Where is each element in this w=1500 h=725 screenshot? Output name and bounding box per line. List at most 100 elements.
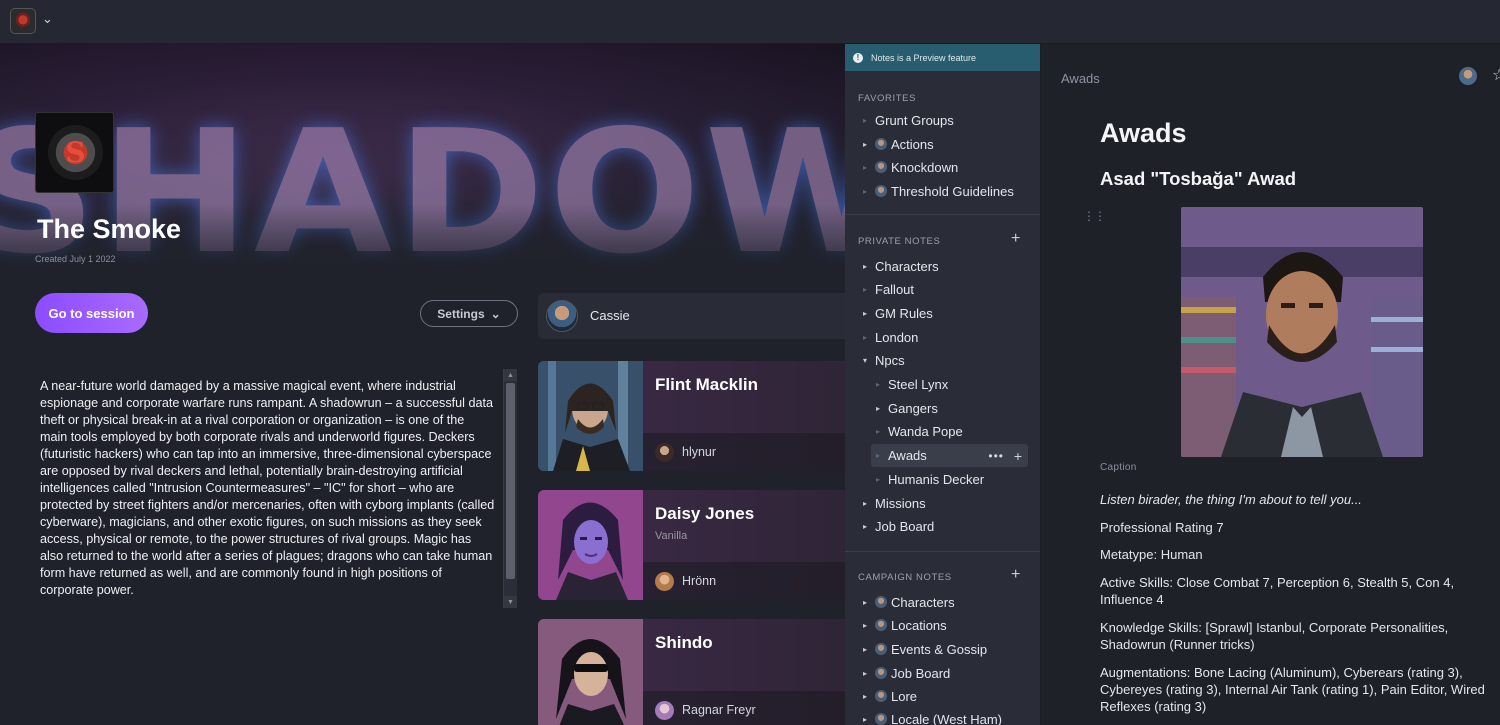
character-image[interactable] xyxy=(1181,207,1423,457)
campaign-note-item[interactable]: ▸ Lore xyxy=(863,686,917,706)
character-name: Daisy Jones xyxy=(655,504,755,523)
private-note-item[interactable]: ▸ Missions xyxy=(863,493,926,513)
favorite-note-item[interactable]: ▸ Knockdown xyxy=(863,157,958,177)
star-icon[interactable]: ☆ xyxy=(1492,65,1500,85)
caret-right-icon: ▸ xyxy=(876,451,881,460)
settings-label: Settings xyxy=(437,306,485,321)
campaign-description[interactable]: A near-future world damaged by a massive… xyxy=(35,368,518,609)
caret-right-icon: ▸ xyxy=(863,162,868,172)
favorite-note-item[interactable]: ▸ Grunt Groups xyxy=(863,110,954,130)
scrollbar-thumb[interactable] xyxy=(506,383,515,579)
drag-handle-icon[interactable]: ⋮⋮ xyxy=(1083,209,1106,223)
divider xyxy=(845,214,1040,215)
avatar xyxy=(655,572,674,591)
campaign-logo-button[interactable] xyxy=(10,8,36,34)
avatar-icon xyxy=(875,138,887,150)
avatar xyxy=(546,300,578,332)
favorite-note-item[interactable]: ▸ Actions xyxy=(863,134,934,154)
private-note-item[interactable]: ▸ London xyxy=(863,327,918,347)
campaign-note-item[interactable]: ▸ Job Board xyxy=(863,663,950,683)
private-note-item[interactable]: ▸ Humanis Decker xyxy=(876,469,984,489)
private-note-item[interactable]: ▸ Fallout xyxy=(863,279,914,299)
campaign-panel: SHADOW S The Smoke Created July 1 2022 G… xyxy=(0,44,845,725)
scroll-up-icon[interactable]: ▲ xyxy=(504,369,517,381)
caret-right-icon[interactable]: ▸ xyxy=(863,499,875,508)
caret-right-icon[interactable]: ▸ xyxy=(863,645,875,654)
caret-right-icon[interactable]: ▸ xyxy=(863,309,875,318)
avatar[interactable] xyxy=(1459,67,1477,85)
private-note-item[interactable]: ▸ GM Rules xyxy=(863,303,933,323)
note-active-skills[interactable]: Active Skills: Close Combat 7, Perceptio… xyxy=(1100,574,1500,608)
description-scrollbar[interactable]: ▲ ▼ xyxy=(503,369,517,608)
private-note-item[interactable]: ▸ Wanda Pope xyxy=(876,421,963,441)
campaign-note-item[interactable]: ▸ Locale (West Ham) xyxy=(863,709,1002,725)
private-note-item[interactable]: ▸ Job Board xyxy=(863,516,934,536)
add-private-note-icon[interactable]: + xyxy=(1011,230,1020,248)
character-subtitle: Vanilla xyxy=(655,530,688,542)
private-note-item[interactable]: ▾ Npcs xyxy=(863,350,905,370)
note-knowledge-skills[interactable]: Knowledge Skills: [Sprawl] Istanbul, Cor… xyxy=(1100,619,1500,653)
private-note-item[interactable]: ▸ Steel Lynx xyxy=(876,374,948,394)
caret-right-icon[interactable]: ▸ xyxy=(863,262,875,271)
avatar-icon xyxy=(875,690,887,702)
private-note-item[interactable]: ▸ Characters xyxy=(863,256,939,276)
character-portrait xyxy=(538,361,643,471)
image-caption[interactable]: Caption xyxy=(1100,462,1137,473)
note-viewer: Awads ☆ Awads Asad "Tosbağa" Awad ⋮⋮ Cap… xyxy=(1041,44,1500,725)
caret-right-icon[interactable]: ▸ xyxy=(876,404,888,413)
caret-right-icon[interactable]: ▸ xyxy=(863,522,875,531)
note-subheading[interactable]: Asad "Tosbağa" Awad xyxy=(1100,168,1296,190)
private-note-item[interactable]: ▸ Gangers xyxy=(876,398,938,418)
character-card[interactable]: Flint Macklin hlynur xyxy=(538,361,845,471)
private-notes-title: PRIVATE NOTES xyxy=(858,236,941,247)
avatar-icon xyxy=(875,713,887,725)
preview-banner-text: Notes is a Preview feature xyxy=(871,52,977,63)
campaign-cover-image: S xyxy=(35,112,114,193)
avatar-icon xyxy=(875,643,887,655)
avatar xyxy=(655,443,674,462)
add-subnote-icon[interactable]: + xyxy=(1014,448,1022,464)
owner-name: Hrönn xyxy=(682,574,717,588)
campaign-note-item[interactable]: ▸ Characters xyxy=(863,592,955,612)
avatar-icon xyxy=(875,185,887,197)
character-portrait xyxy=(538,619,643,725)
owner-name: Ragnar Freyr xyxy=(682,703,756,717)
campaign-note-item[interactable]: ▸ Events & Gossip xyxy=(863,639,987,659)
note-title[interactable]: Awads xyxy=(1100,118,1187,149)
caret-right-icon[interactable]: ▸ xyxy=(863,669,875,678)
favorites-title: FAVORITES xyxy=(858,93,917,104)
character-owner: Hrönn xyxy=(643,562,845,600)
caret-right-icon: ▸ xyxy=(863,332,868,342)
caret-right-icon[interactable]: ▸ xyxy=(863,621,875,630)
avatar-icon xyxy=(875,161,887,173)
breadcrumb[interactable]: Awads xyxy=(1061,71,1100,86)
add-campaign-note-icon[interactable]: + xyxy=(1011,566,1020,584)
caret-right-icon[interactable]: ▸ xyxy=(863,140,875,149)
note-quote[interactable]: Listen birader, the thing I'm about to t… xyxy=(1100,491,1500,508)
note-professional-rating[interactable]: Professional Rating 7 xyxy=(1100,519,1500,536)
caret-right-icon: ▸ xyxy=(863,186,868,196)
caret-right-icon[interactable]: ▸ xyxy=(863,598,875,607)
character-card[interactable]: Daisy Jones Vanilla Hrönn xyxy=(538,490,845,600)
note-metatype[interactable]: Metatype: Human xyxy=(1100,546,1500,563)
preview-banner: ! Notes is a Preview feature xyxy=(845,44,1040,71)
player-name: Cassie xyxy=(590,308,630,323)
campaign-note-item[interactable]: ▸ Locations xyxy=(863,615,947,635)
go-to-session-button[interactable]: Go to session xyxy=(35,293,148,333)
character-card[interactable]: Shindo Ragnar Freyr xyxy=(538,619,845,725)
avatar-icon xyxy=(875,667,887,679)
scroll-down-icon[interactable]: ▼ xyxy=(504,596,517,608)
chevron-down-icon[interactable]: ⌄ xyxy=(42,11,53,27)
player-card[interactable]: Cassie xyxy=(538,293,845,339)
note-augmentations[interactable]: Augmentations: Bone Lacing (Aluminum), C… xyxy=(1100,664,1500,715)
settings-button[interactable]: Settings ⌄ xyxy=(420,300,518,327)
more-options-icon[interactable]: ••• xyxy=(988,449,1004,463)
private-note-item-selected[interactable]: ▸ Awads ••• + xyxy=(871,444,1028,467)
top-bar: ⌄ xyxy=(0,0,1500,44)
caret-right-icon[interactable]: ▸ xyxy=(863,692,875,701)
favorite-note-item[interactable]: ▸ Threshold Guidelines xyxy=(863,181,1014,201)
character-portrait xyxy=(538,490,643,600)
caret-down-icon[interactable]: ▾ xyxy=(863,356,875,365)
caret-right-icon: ▸ xyxy=(863,284,868,294)
caret-right-icon[interactable]: ▸ xyxy=(863,715,875,724)
